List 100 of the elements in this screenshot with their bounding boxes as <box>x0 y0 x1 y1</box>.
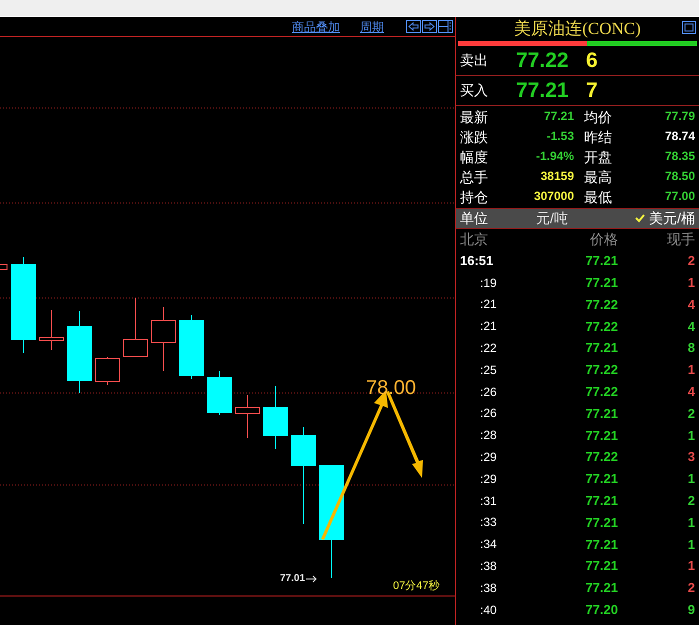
stat-value: 78.35 <box>664 148 695 164</box>
trade-time: :25 <box>479 362 498 379</box>
trade-volume: 2 <box>686 252 695 270</box>
trade-price: 77.22 <box>584 448 618 466</box>
trade-price: 77.22 <box>584 361 618 380</box>
trade-time: :33 <box>479 514 498 532</box>
trade-volume: 2 <box>686 404 695 423</box>
quote-volume: 7 <box>586 78 598 104</box>
toolbar-link[interactable]: 周期 <box>360 18 384 36</box>
candlestick <box>151 306 176 372</box>
trade-volume: 2 <box>686 492 695 510</box>
quote-volume: 6 <box>586 48 598 74</box>
trade-price: 77.21 <box>584 514 618 532</box>
stat-value: -1.53 <box>546 128 574 144</box>
trade-time: :21 <box>479 296 498 314</box>
trade-price: 77.21 <box>584 557 618 576</box>
candlestick <box>207 370 232 416</box>
trade-volume: 4 <box>686 296 695 314</box>
trade-price: 77.22 <box>584 296 618 314</box>
trade-time: :38 <box>479 580 498 597</box>
stat-label: 涨跌 <box>460 128 488 146</box>
trade-price: 77.22 <box>584 382 618 401</box>
quote-label: 买入 <box>460 81 489 100</box>
trade-volume: 1 <box>686 426 695 445</box>
candlestick <box>263 386 288 450</box>
trade-time: :19 <box>479 274 498 292</box>
trade-volume: 1 <box>686 361 695 380</box>
stat-value: 38159 <box>540 168 574 184</box>
stat-value: 77.21 <box>544 108 574 124</box>
stat-label: 开盘 <box>584 148 612 166</box>
candlestick <box>39 310 64 350</box>
trade-price: 77.21 <box>584 339 618 358</box>
trade-time: :31 <box>479 492 498 510</box>
trade-price: 77.21 <box>584 470 618 488</box>
trade-time: :34 <box>479 536 498 554</box>
trade-price: 77.22 <box>584 318 618 336</box>
trade-time: :40 <box>479 602 498 619</box>
trade-time: :26 <box>479 384 498 401</box>
stat-label: 幅度 <box>460 148 488 166</box>
right-arrow-icon <box>306 574 318 582</box>
stat-label: 昨结 <box>584 128 612 146</box>
right-arrow-icon[interactable] <box>422 20 437 33</box>
trade-time: :22 <box>479 340 498 358</box>
stat-label: 最低 <box>584 188 612 206</box>
stat-value: 77.79 <box>664 108 695 124</box>
trade-time: :38 <box>479 558 498 576</box>
trade-price: 77.21 <box>584 274 618 292</box>
trade-price: 77.21 <box>584 252 618 270</box>
instrument-title: 美原油连(CONC) <box>514 18 641 40</box>
trade-time: :29 <box>479 470 498 488</box>
column-header: 现手 <box>666 230 695 249</box>
trade-volume: 4 <box>686 318 695 336</box>
candlestick <box>95 356 120 386</box>
trade-price: 77.21 <box>584 426 618 445</box>
stat-label: 持仓 <box>460 188 488 206</box>
trade-price: 77.20 <box>584 600 618 619</box>
stat-label: 最新 <box>460 108 488 126</box>
quote-price: 77.21 <box>516 78 570 104</box>
trade-time: :21 <box>479 318 498 336</box>
candlestick <box>235 394 260 438</box>
maximize-icon[interactable] <box>682 21 696 34</box>
stat-label: 最高 <box>584 168 612 186</box>
stat-value: -1.94% <box>536 148 574 164</box>
stat-value: 77.00 <box>664 188 695 204</box>
trade-volume: 1 <box>686 557 695 576</box>
stat-label: 均价 <box>584 108 612 126</box>
stat-value: 78.74 <box>664 128 695 144</box>
trade-volume: 1 <box>686 274 695 292</box>
stat-label: 总手 <box>460 168 488 186</box>
column-header: 北京 <box>460 230 489 249</box>
trade-price: 77.21 <box>584 492 618 510</box>
stat-value: 307000 <box>534 188 574 204</box>
layout-icon[interactable] <box>438 20 453 33</box>
countdown-timer: 07分47秒 <box>393 579 440 594</box>
trade-price: 77.21 <box>584 404 618 423</box>
trade-price: 77.21 <box>584 579 618 598</box>
checkmark-icon <box>635 214 646 223</box>
trade-volume: 9 <box>686 600 695 619</box>
trade-time: :26 <box>479 405 498 422</box>
toolbar-link[interactable]: 商品叠加 <box>292 18 340 36</box>
candlestick <box>179 314 204 380</box>
low-price-label: 77.01 <box>280 572 306 586</box>
candlestick <box>123 298 148 358</box>
target-price-label: 78.00 <box>366 376 416 401</box>
trade-volume: 3 <box>686 448 695 466</box>
quote-price: 77.22 <box>516 48 570 74</box>
trade-volume: 1 <box>686 536 695 554</box>
unit-option[interactable]: 美元/桶 <box>635 208 695 229</box>
column-header: 价格 <box>589 230 618 249</box>
stat-value: 78.50 <box>664 168 695 184</box>
trade-time: :28 <box>479 427 498 444</box>
trade-volume: 8 <box>686 339 695 358</box>
trade-time: 16:51 <box>460 252 494 270</box>
trade-time: :29 <box>479 449 498 466</box>
unit-label: 单位 <box>460 209 489 228</box>
unit-option[interactable]: 元/吨 <box>536 208 568 229</box>
left-arrow-icon[interactable] <box>406 20 421 33</box>
trade-volume: 1 <box>686 514 695 532</box>
quote-label: 卖出 <box>460 51 489 70</box>
trade-volume: 1 <box>686 470 695 488</box>
